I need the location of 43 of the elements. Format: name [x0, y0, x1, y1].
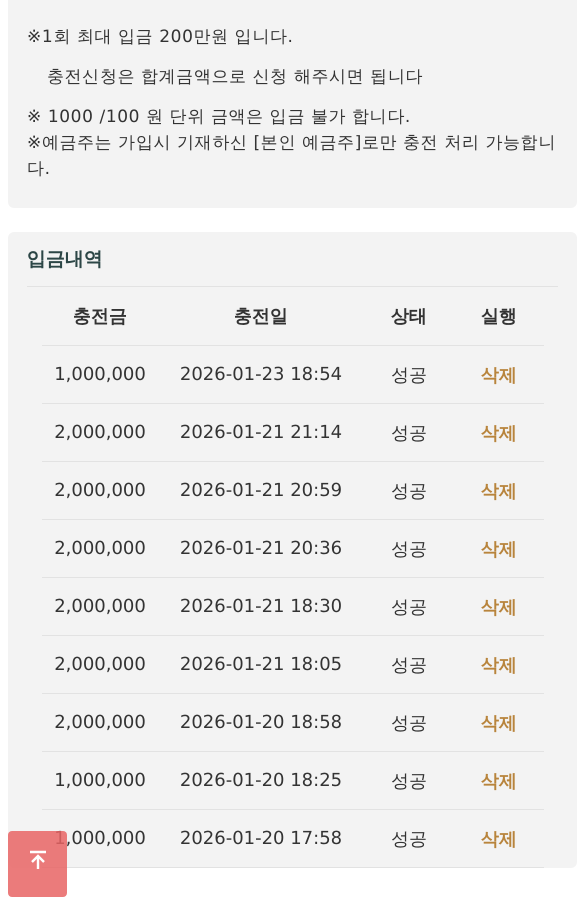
date-cell: 2026-01-20 17:58: [158, 810, 364, 868]
status-cell: 성공: [364, 404, 454, 462]
section-title: 입금내역: [27, 246, 558, 287]
status-cell: 성공: [364, 520, 454, 578]
delete-link[interactable]: 삭제: [481, 712, 517, 734]
delete-link[interactable]: 삭제: [481, 364, 517, 386]
date-cell: 2026-01-20 18:25: [158, 752, 364, 810]
date-cell: 2026-01-23 18:54: [158, 346, 364, 404]
column-header: 충전금: [42, 287, 158, 346]
status-cell: 성공: [364, 462, 454, 520]
status-cell: 성공: [364, 578, 454, 636]
amount-cell: 1,000,000: [42, 752, 158, 810]
amount-cell: 2,000,000: [42, 520, 158, 578]
delete-link[interactable]: 삭제: [481, 828, 517, 850]
delete-link[interactable]: 삭제: [481, 654, 517, 676]
delete-link[interactable]: 삭제: [481, 770, 517, 792]
delete-link[interactable]: 삭제: [481, 422, 517, 444]
status-cell: 성공: [364, 636, 454, 694]
date-cell: 2026-01-21 18:05: [158, 636, 364, 694]
status-cell: 성공: [364, 752, 454, 810]
date-cell: 2026-01-21 20:59: [158, 462, 364, 520]
delete-link[interactable]: 삭제: [481, 480, 517, 502]
amount-cell: 2,000,000: [42, 636, 158, 694]
date-cell: 2026-01-21 18:30: [158, 578, 364, 636]
status-cell: 성공: [364, 694, 454, 752]
delete-link[interactable]: 삭제: [481, 538, 517, 560]
status-cell: 성공: [364, 346, 454, 404]
amount-cell: 2,000,000: [42, 404, 158, 462]
notice-text: ※ 1000 /100 원 단위 금액은 입금 불가 합니다. ※예금주는 가입시 기재하신 [본인 예금주]로만 충전 처리 가능합니다.: [27, 106, 557, 181]
date-cell: 2026-01-20 18:58: [158, 694, 364, 752]
amount-cell: 2,000,000: [42, 578, 158, 636]
column-header: 상태: [364, 287, 454, 346]
delete-link[interactable]: 삭제: [481, 596, 517, 618]
notice-text: ※1회 최대 입금 200만원 입니다.: [27, 26, 295, 49]
amount-cell: 2,000,000: [42, 694, 158, 752]
column-header: 충전일: [158, 287, 364, 346]
date-cell: 2026-01-21 21:14: [158, 404, 364, 462]
notice-text: 충전신청은 합계금액으로 신청 해주시면 됩니다: [46, 66, 424, 89]
amount-cell: 2,000,000: [42, 462, 158, 520]
status-cell: 성공: [364, 810, 454, 868]
date-cell: 2026-01-21 20:36: [158, 520, 364, 578]
column-header: 실행: [454, 287, 544, 346]
amount-cell: 1,000,000: [42, 346, 158, 404]
